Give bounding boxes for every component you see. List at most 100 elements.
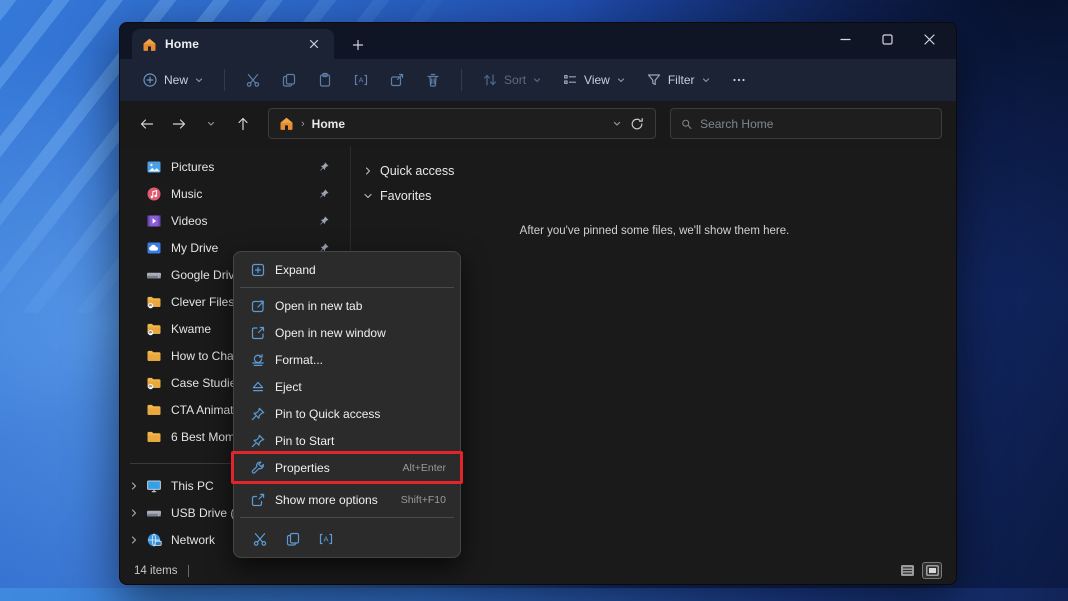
folder-icon — [146, 402, 162, 418]
copy-button[interactable] — [273, 67, 305, 93]
address-row: › Home — [120, 101, 956, 146]
sidebar-item-music[interactable]: Music — [120, 180, 350, 207]
menu-item-open-new-tab[interactable]: Open in new tab — [238, 292, 456, 319]
menu-item-properties[interactable]: Properties Alt+Enter — [238, 454, 456, 481]
pictures-icon — [146, 159, 162, 175]
menu-item-show-more-options[interactable]: Show more options Shift+F10 — [238, 486, 456, 513]
search-icon — [681, 118, 692, 130]
chevron-right-icon — [363, 166, 373, 176]
eject-icon — [250, 379, 266, 395]
network-icon — [146, 532, 162, 548]
share-button[interactable] — [381, 67, 413, 93]
favorites-empty-message: After you've pinned some files, we'll sh… — [363, 225, 946, 237]
menu-item-pin-quick-access[interactable]: Pin to Quick access — [238, 400, 456, 427]
view-button[interactable]: View — [554, 67, 634, 93]
menu-separator — [240, 287, 454, 288]
status-bar: 14 items — [120, 557, 956, 584]
menu-item-pin-start[interactable]: Pin to Start — [238, 427, 456, 454]
new-button-label: New — [164, 73, 188, 87]
folder-cloud-icon — [146, 375, 162, 391]
svg-text:A: A — [323, 535, 328, 544]
quick-access-group-header[interactable]: Quick access — [363, 158, 946, 183]
home-icon — [279, 116, 294, 131]
file-explorer-window: Home New A — [119, 22, 957, 585]
titlebar: Home — [120, 23, 956, 59]
menu-item-eject[interactable]: Eject — [238, 373, 456, 400]
filter-button[interactable]: Filter — [638, 67, 719, 93]
format-icon — [250, 352, 266, 368]
chevron-right-icon[interactable] — [126, 536, 142, 544]
rename-icon[interactable]: A — [318, 531, 334, 547]
explorer-tab-home[interactable]: Home — [132, 29, 334, 59]
folder-icon — [146, 429, 162, 445]
menu-item-format[interactable]: Format... — [238, 346, 456, 373]
shortcut-label: Shift+F10 — [401, 494, 446, 506]
home-icon — [142, 37, 157, 52]
cut-button[interactable] — [237, 67, 269, 93]
tab-title: Home — [165, 37, 296, 51]
window-controls — [824, 23, 950, 55]
this-pc-icon — [146, 478, 162, 494]
delete-button[interactable] — [417, 67, 449, 93]
pin-icon — [250, 406, 266, 422]
breadcrumb[interactable]: Home — [312, 117, 345, 131]
search-box[interactable] — [670, 108, 942, 139]
folder-cloud-icon — [146, 294, 162, 310]
close-button[interactable] — [908, 23, 950, 55]
sidebar-item-pictures[interactable]: Pictures — [120, 153, 350, 180]
minimize-button[interactable] — [824, 23, 866, 55]
chevron-right-icon[interactable] — [126, 509, 142, 517]
folder-cloud-icon — [146, 321, 162, 337]
tab-close-icon[interactable] — [304, 34, 324, 54]
favorites-group-header[interactable]: Favorites — [363, 183, 946, 208]
status-divider — [188, 565, 189, 577]
refresh-icon[interactable] — [629, 116, 645, 132]
toolbar-separator — [461, 69, 462, 91]
cut-icon[interactable] — [252, 531, 268, 547]
sidebar-item-videos[interactable]: Videos — [120, 207, 350, 234]
command-bar: New A Sort View — [120, 59, 956, 101]
shortcut-label: Alt+Enter — [403, 462, 446, 474]
pin-icon — [318, 215, 330, 227]
open-new-window-icon — [250, 325, 266, 341]
back-button[interactable] — [134, 111, 160, 137]
forward-button[interactable] — [166, 111, 192, 137]
menu-item-expand[interactable]: Expand — [238, 256, 456, 283]
address-dropdown-icon[interactable] — [612, 119, 622, 129]
expand-icon — [250, 262, 266, 278]
item-count: 14 items — [134, 565, 177, 577]
recent-locations-icon[interactable] — [198, 111, 224, 137]
details-view-icon[interactable] — [897, 562, 917, 579]
maximize-button[interactable] — [866, 23, 908, 55]
wrench-icon — [250, 460, 266, 476]
hard-drive-icon — [146, 505, 162, 521]
pin-icon — [318, 188, 330, 200]
large-icons-view-icon[interactable] — [922, 562, 942, 579]
videos-icon — [146, 213, 162, 229]
sort-button[interactable]: Sort — [474, 67, 550, 93]
up-button[interactable] — [230, 111, 256, 137]
filter-button-label: Filter — [668, 73, 695, 87]
view-button-label: View — [584, 73, 610, 87]
rename-button[interactable]: A — [345, 67, 377, 93]
pin-icon — [250, 433, 266, 449]
show-more-icon — [250, 492, 266, 508]
music-icon — [146, 186, 162, 202]
search-input[interactable] — [700, 117, 931, 131]
see-more-button[interactable] — [723, 67, 755, 93]
folder-icon — [146, 348, 162, 364]
menu-item-open-new-window[interactable]: Open in new window — [238, 319, 456, 346]
sort-button-label: Sort — [504, 73, 526, 87]
chevron-down-icon — [363, 191, 373, 201]
svg-text:A: A — [359, 76, 364, 85]
address-bar[interactable]: › Home — [268, 108, 656, 139]
breadcrumb-separator: › — [301, 118, 305, 130]
new-button[interactable]: New — [134, 67, 212, 93]
paste-button[interactable] — [309, 67, 341, 93]
context-menu: Expand Open in new tab Open in new windo… — [233, 251, 461, 558]
copy-icon[interactable] — [285, 531, 301, 547]
my-drive-icon — [146, 240, 162, 256]
new-tab-button[interactable] — [348, 35, 368, 55]
chevron-right-icon[interactable] — [126, 482, 142, 490]
pin-icon — [318, 161, 330, 173]
